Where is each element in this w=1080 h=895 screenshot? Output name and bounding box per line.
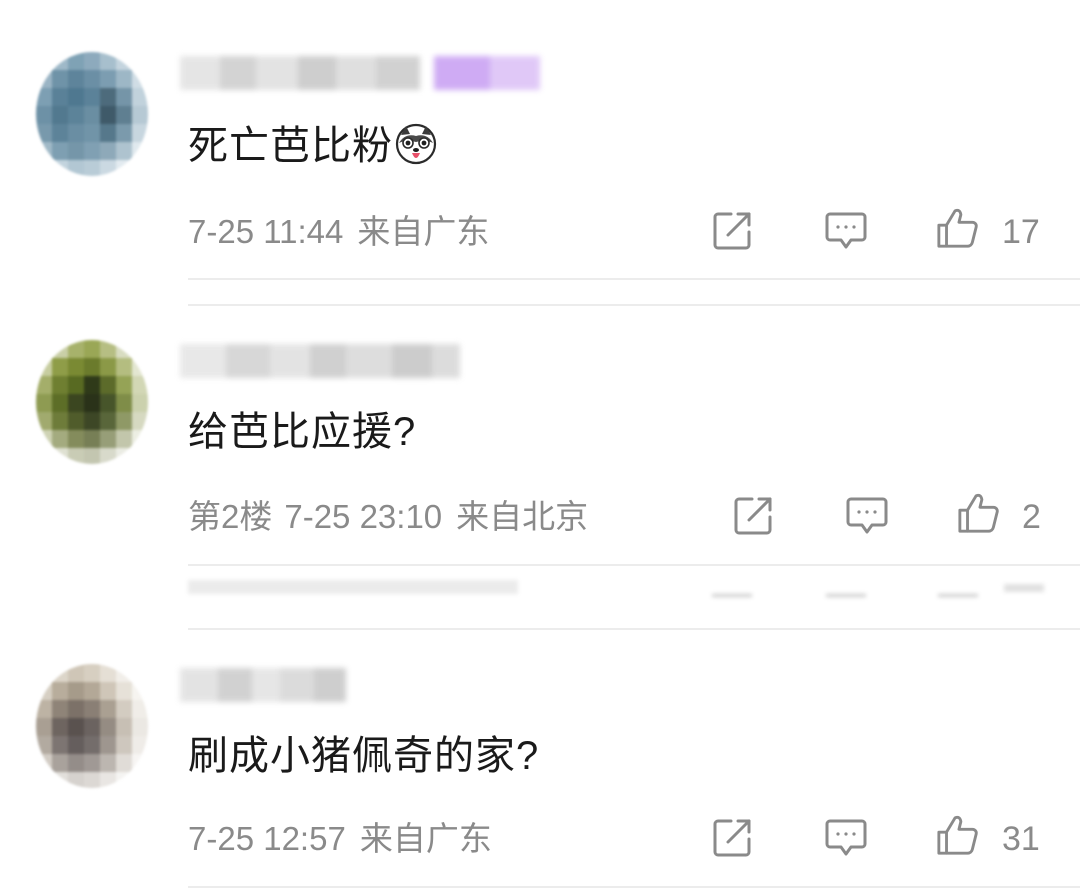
comment-item: 刷成小猪佩奇的家? 7-25 12:57 来自广东 31 [0,0,1080,895]
comment-list: 死亡芭比粉 7-25 11:44 来自广东 17 给芭比应援? 第2楼 7-25… [0,0,1080,895]
thumbs-up-icon [937,815,978,855]
like-button[interactable] [936,813,980,857]
share-icon [713,819,751,857]
comment-timestamp: 7-25 12:57 [188,820,346,857]
like-count: 31 [1002,820,1040,858]
comment-text-content: 刷成小猪佩奇的家? [188,734,540,778]
comment-divider [188,886,1080,888]
share-button[interactable] [710,816,754,860]
avatar[interactable] [36,664,148,788]
comment-text: 刷成小猪佩奇的家? [188,732,539,780]
username-blurred[interactable] [180,668,346,702]
reply-button[interactable] [824,816,868,860]
comment-location: 来自广东 [359,820,492,857]
comment-icon [825,819,867,856]
comment-meta: 7-25 12:57 来自广东 [188,819,492,859]
